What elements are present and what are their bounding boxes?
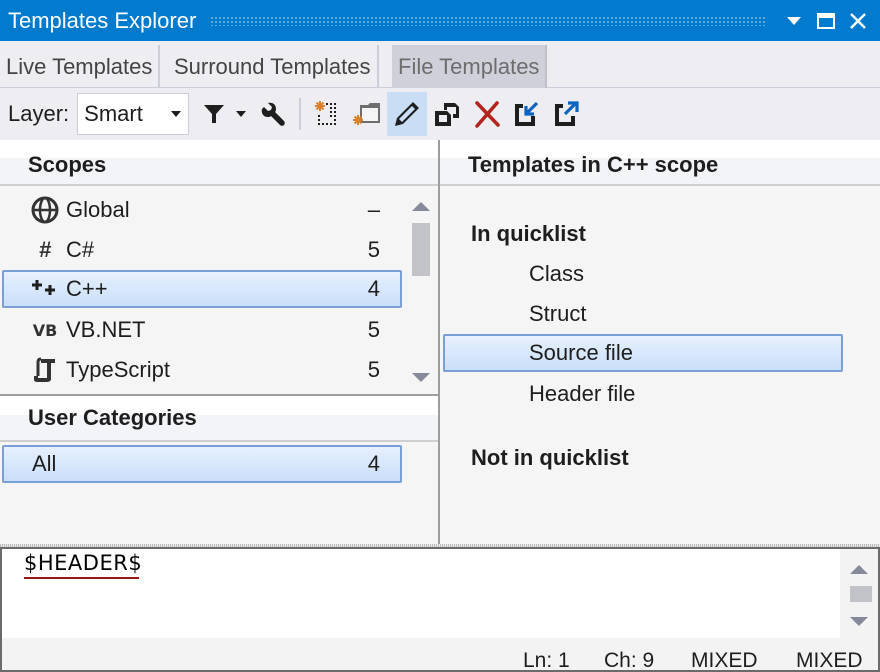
in-quicklist-heading: In quicklist bbox=[471, 221, 586, 246]
scope-item-global[interactable]: Global – bbox=[2, 191, 402, 229]
template-name: Source file bbox=[529, 340, 633, 365]
editor-scroll-thumb[interactable] bbox=[850, 586, 872, 602]
drag-grip[interactable] bbox=[210, 15, 766, 26]
scope-name: TypeScript bbox=[66, 357, 170, 382]
template-item-source-file[interactable]: Source file bbox=[443, 334, 843, 372]
template-text-area[interactable]: $HEADER$ bbox=[2, 549, 840, 638]
template-name: Struct bbox=[529, 301, 587, 326]
edit-button[interactable] bbox=[387, 92, 428, 136]
scope-count: 4 bbox=[367, 276, 380, 301]
scopes-scroll-thumb[interactable] bbox=[412, 223, 430, 276]
new-template-button[interactable] bbox=[307, 92, 347, 136]
scope-item-cpp[interactable]: C++ 4 bbox=[2, 270, 402, 308]
import-button[interactable] bbox=[507, 92, 547, 136]
template-editor: $HEADER$ Ln: 1 Ch: 9 MIXED MIXED bbox=[0, 547, 880, 672]
import-icon bbox=[515, 101, 539, 126]
tab-live-templates[interactable]: Live Templates bbox=[0, 45, 161, 88]
new-folder-icon bbox=[353, 103, 381, 125]
category-item-all[interactable]: All 4 bbox=[2, 445, 402, 483]
scope-item-typescript[interactable]: TypeScript 5 bbox=[2, 351, 402, 389]
user-categories-title: User Categories bbox=[28, 405, 197, 430]
templates-header: Templates in C++ scope bbox=[440, 140, 880, 196]
hash-icon: # bbox=[38, 237, 52, 262]
template-item-class[interactable]: Class bbox=[443, 255, 843, 293]
export-button[interactable] bbox=[547, 92, 587, 136]
template-name: Class bbox=[529, 261, 585, 286]
templates-pane: Templates in C++ scope In quicklist Clas… bbox=[440, 140, 880, 544]
layer-select[interactable]: Smart bbox=[77, 93, 190, 135]
scope-name: Global bbox=[66, 197, 130, 222]
copy-button[interactable] bbox=[427, 92, 467, 136]
toolbar-separator bbox=[299, 98, 302, 130]
templates-title: Templates in C++ scope bbox=[468, 152, 719, 177]
category-count: 4 bbox=[367, 451, 380, 476]
error-squiggle bbox=[24, 577, 139, 579]
wrench-icon bbox=[261, 102, 285, 126]
chevron-down-icon bbox=[171, 111, 182, 117]
tab-surround-templates[interactable]: Surround Templates bbox=[168, 45, 379, 88]
filter-icon bbox=[204, 105, 225, 123]
layer-label: Layer: bbox=[8, 101, 70, 126]
template-item-struct[interactable]: Struct bbox=[443, 295, 843, 333]
scope-name: C++ bbox=[66, 276, 108, 301]
tab-bar: Live Templates Surround Templates File T… bbox=[0, 41, 880, 88]
globe-icon bbox=[30, 196, 60, 224]
copy-icon bbox=[435, 103, 460, 126]
new-folder-template-button[interactable] bbox=[347, 92, 387, 136]
status-mode-2: MIXED bbox=[796, 649, 863, 672]
scope-count: 5 bbox=[367, 357, 380, 382]
scopes-header: Scopes bbox=[0, 140, 438, 196]
status-line: Ln: 1 bbox=[523, 649, 570, 672]
new-template-icon bbox=[315, 101, 337, 125]
delete-button[interactable] bbox=[467, 92, 507, 136]
window-menu-button[interactable] bbox=[778, 0, 810, 41]
pencil-icon bbox=[395, 102, 420, 126]
scope-name: VB.NET bbox=[66, 317, 146, 342]
editor-scroll-up-button[interactable] bbox=[850, 565, 868, 574]
scroll-up-button[interactable] bbox=[412, 202, 430, 211]
title-bar: Templates Explorer bbox=[0, 0, 880, 41]
scope-item-csharp[interactable]: # C# 5 bbox=[2, 231, 402, 269]
editor-scrollbar[interactable] bbox=[840, 549, 878, 638]
delete-icon bbox=[475, 101, 500, 128]
scope-count: 5 bbox=[367, 237, 380, 262]
close-icon bbox=[850, 12, 866, 29]
scopes-pane: Scopes Global – # C# 5 C++ 4 VB VB.NET 5… bbox=[0, 140, 438, 544]
scroll-down-button[interactable] bbox=[412, 373, 430, 382]
template-item-header-file[interactable]: Header file bbox=[443, 375, 843, 413]
vb-icon: VB bbox=[32, 320, 58, 340]
template-code: $HEADER$ bbox=[24, 551, 143, 575]
dropdown-triangle-icon bbox=[787, 16, 801, 25]
not-in-quicklist-heading: Not in quicklist bbox=[471, 445, 629, 470]
cpp-icon bbox=[30, 279, 60, 299]
scope-name: C# bbox=[66, 237, 95, 262]
filter-button[interactable] bbox=[197, 92, 253, 136]
scopes-title: Scopes bbox=[28, 152, 107, 177]
maximize-icon bbox=[817, 12, 835, 29]
status-char: Ch: 9 bbox=[604, 649, 655, 672]
scope-item-vbnet[interactable]: VB VB.NET 5 bbox=[2, 311, 402, 349]
editor-scroll-down-button[interactable] bbox=[850, 617, 868, 626]
category-name: All bbox=[32, 451, 57, 476]
status-mode-1: MIXED bbox=[691, 649, 758, 672]
scope-count: – bbox=[367, 197, 380, 222]
window-title: Templates Explorer bbox=[8, 7, 197, 33]
tab-file-templates[interactable]: File Templates bbox=[392, 45, 548, 88]
toolbar: Layer: Smart bbox=[0, 88, 880, 140]
user-categories-header: User Categories bbox=[0, 396, 438, 442]
scope-count: 5 bbox=[367, 317, 380, 342]
maximize-button[interactable] bbox=[810, 0, 842, 41]
export-icon bbox=[555, 101, 579, 126]
script-icon bbox=[30, 357, 60, 383]
close-button[interactable] bbox=[842, 0, 874, 41]
template-name: Header file bbox=[529, 381, 636, 406]
filter-dropdown-icon bbox=[236, 111, 247, 117]
layer-value: Smart bbox=[84, 101, 143, 126]
settings-button[interactable] bbox=[253, 92, 293, 136]
